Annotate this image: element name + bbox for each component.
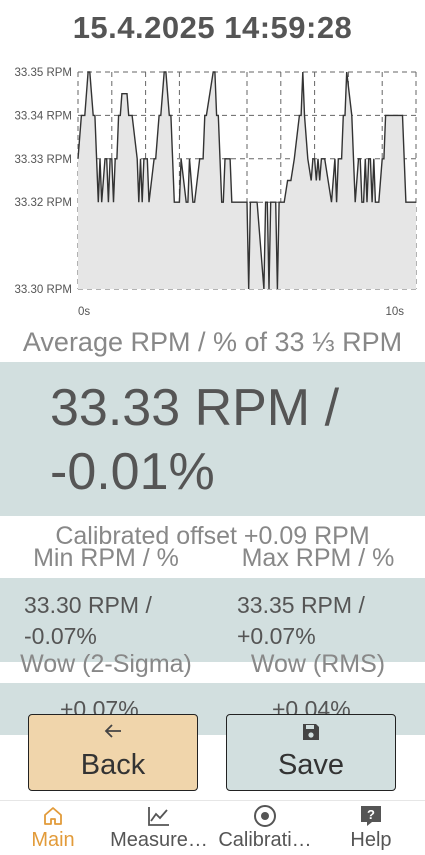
min-rpm-value: 33.30 RPM / -0.07% xyxy=(24,590,214,652)
nav-item-help[interactable]: ? Help xyxy=(318,800,424,854)
max-rpm-label: Max RPM / % xyxy=(241,544,395,572)
y-tick-label: 33.33 RPM xyxy=(14,154,72,166)
x-tick-label: 0s xyxy=(78,306,90,318)
back-button[interactable]: Back xyxy=(28,714,198,791)
save-button-label: Save xyxy=(277,749,345,781)
min-rpm-line: 33.30 RPM / xyxy=(24,592,152,618)
x-axis-labels: 0s 10s xyxy=(78,306,404,318)
y-axis-labels: 33.30 RPM 33.32 RPM 33.33 RPM 33.34 RPM 33.3… xyxy=(14,67,72,296)
y-tick-label: 33.34 RPM xyxy=(14,110,72,122)
average-rpm-line: 33.33 RPM / xyxy=(50,379,340,437)
y-tick-label: 33.30 RPM xyxy=(14,284,72,296)
save-button[interactable]: Save xyxy=(226,714,396,791)
svg-text:?: ? xyxy=(367,807,375,822)
average-percent-line: -0.01% xyxy=(50,443,215,501)
y-tick-label: 33.35 RPM xyxy=(14,67,72,79)
nav-item-main[interactable]: Main xyxy=(0,800,106,854)
nav-item-label: Help xyxy=(350,829,392,851)
target-icon xyxy=(253,803,277,829)
min-percent-line: -0.07% xyxy=(24,623,97,649)
datetime-display: 15.4.2025 14:59:28 xyxy=(72,10,353,45)
rpm-chart: 33.30 RPM 33.32 RPM 33.33 RPM 33.34 RPM 33.3… xyxy=(14,67,417,318)
nav-item-measure[interactable]: Measure… xyxy=(106,800,212,854)
min-rpm-label: Min RPM / % xyxy=(33,544,179,572)
help-icon: ? xyxy=(359,803,383,829)
nav-item-label: Calibrati… xyxy=(218,829,312,851)
wow-2sigma-label: Wow (2-Sigma) xyxy=(20,650,192,678)
nav-item-label: Main xyxy=(31,829,75,851)
x-tick-label: 10s xyxy=(385,306,404,318)
home-icon xyxy=(42,803,64,829)
max-rpm-value: 33.35 RPM / +0.07% xyxy=(237,590,425,652)
wow-rms-label: Wow (RMS) xyxy=(250,650,386,678)
nav-item-label: Measure… xyxy=(110,829,208,851)
max-rpm-line: 33.35 RPM / xyxy=(237,592,365,618)
average-rpm-value: 33.33 RPM / -0.01% xyxy=(50,376,410,504)
max-percent-line: +0.07% xyxy=(237,623,316,649)
back-button-label: Back xyxy=(80,749,146,781)
arrow-left-icon xyxy=(104,723,122,745)
average-rpm-label: Average RPM / % of 33 ⅓ RPM xyxy=(22,327,403,357)
floppy-disk-icon xyxy=(302,723,320,745)
line-chart-icon xyxy=(147,803,171,829)
y-tick-label: 33.32 RPM xyxy=(14,197,72,209)
nav-item-calibration[interactable]: Calibrati… xyxy=(212,800,318,854)
